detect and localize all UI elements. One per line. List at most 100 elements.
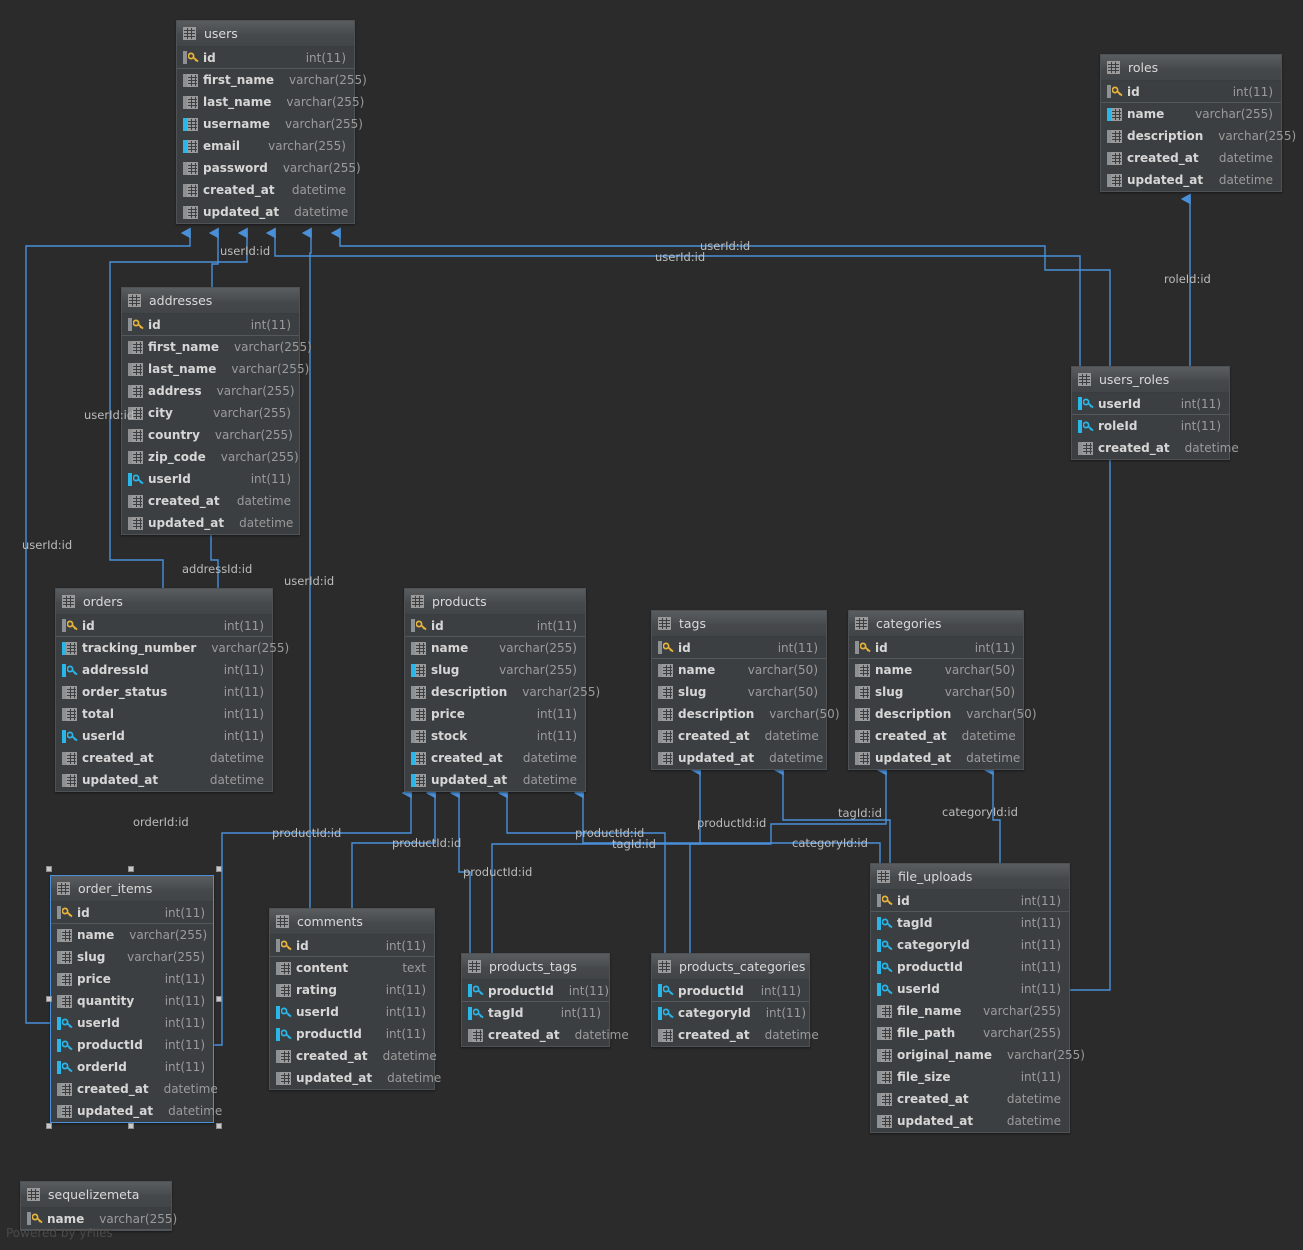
table-node-comments[interactable]: comments id int(11) content text rating int(11… [269,908,441,1090]
column-row[interactable]: content text [270,957,434,979]
table-header-products[interactable]: products [405,589,585,615]
column-row[interactable]: rating int(11) [270,979,434,1001]
column-row[interactable]: orderId int(11) [51,1056,213,1078]
column-row[interactable]: productId int(11) [51,1034,213,1056]
table-header-roles[interactable]: roles [1101,55,1281,81]
column-row[interactable]: last_name varchar(255) [122,358,309,380]
column-row[interactable]: updated_at datetime [1101,169,1281,191]
column-row[interactable]: email varchar(255) [177,135,354,157]
column-row[interactable]: addressId int(11) [56,659,272,681]
column-row[interactable]: id int(11) [405,615,585,637]
column-row[interactable]: updated_at datetime [405,769,585,791]
table-node-categories[interactable]: categories id int(11) name varchar(50) slug va… [848,610,1037,770]
table-header-comments[interactable]: comments [270,909,434,935]
column-row[interactable]: productId int(11) [652,980,809,1002]
column-row[interactable]: categoryId int(11) [652,1002,809,1024]
column-row[interactable]: id int(11) [871,890,1069,912]
column-row[interactable]: updated_at datetime [177,201,354,223]
column-row[interactable]: zip_code varchar(255) [122,446,299,468]
column-row[interactable]: stock int(11) [405,725,585,747]
column-row[interactable]: created_at datetime [177,179,354,201]
column-row[interactable]: categoryId int(11) [871,934,1069,956]
column-row[interactable]: id int(11) [270,935,434,957]
column-row[interactable]: id int(11) [122,314,299,336]
column-row[interactable]: tagId int(11) [462,1002,609,1024]
table-node-products_tags[interactable]: products_tags productId int(11) tagId int(11… [461,953,629,1047]
column-row[interactable]: first_name varchar(255) [177,69,367,91]
column-row[interactable]: created_at datetime [462,1024,629,1046]
table-header-users[interactable]: users [177,21,354,47]
column-row[interactable]: updated_at datetime [122,512,299,534]
column-row[interactable]: userId int(11) [270,1001,434,1023]
column-row[interactable]: name varchar(50) [652,659,826,681]
column-row[interactable]: slug varchar(50) [849,681,1023,703]
column-row[interactable]: roleId int(11) [1072,415,1229,437]
column-row[interactable]: last_name varchar(255) [177,91,364,113]
column-row[interactable]: created_at datetime [405,747,585,769]
column-row[interactable]: name varchar(255) [1101,103,1281,125]
column-row[interactable]: total int(11) [56,703,272,725]
column-row[interactable]: order_status int(11) [56,681,272,703]
column-row[interactable]: updated_at datetime [652,747,826,769]
selection-handle[interactable] [216,1123,222,1129]
table-node-products[interactable]: products id int(11) name varchar(255) slug var… [404,588,600,792]
table-header-users_roles[interactable]: users_roles [1072,367,1229,393]
column-row[interactable]: productId int(11) [270,1023,434,1045]
column-row[interactable]: created_at datetime [122,490,299,512]
selection-handle[interactable] [46,1123,52,1129]
column-row[interactable]: quantity int(11) [51,990,213,1012]
selection-handle[interactable] [128,866,134,872]
column-row[interactable]: created_at datetime [56,747,272,769]
column-row[interactable]: created_at datetime [1072,437,1239,459]
column-row[interactable]: updated_at datetime [51,1100,222,1122]
table-header-categories[interactable]: categories [849,611,1023,637]
column-row[interactable]: description varchar(255) [405,681,600,703]
selection-handle[interactable] [128,1123,134,1129]
table-header-products_tags[interactable]: products_tags [462,954,609,980]
column-row[interactable]: created_at datetime [849,725,1023,747]
table-node-roles[interactable]: roles id int(11) name varchar(255) descriptio… [1100,54,1296,192]
selection-handle[interactable] [216,996,222,1002]
column-row[interactable]: name varchar(255) [405,637,585,659]
column-row[interactable]: tracking_number varchar(255) [56,637,289,659]
table-header-sequelizemeta[interactable]: sequelizemeta [21,1182,171,1208]
column-row[interactable]: userId int(11) [1072,393,1229,415]
table-header-order_items[interactable]: order_items [51,876,213,902]
column-row[interactable]: file_path varchar(255) [871,1022,1069,1044]
table-node-orders[interactable]: orders id int(11) tracking_number varchar(25… [55,588,289,792]
column-row[interactable]: slug varchar(50) [652,681,826,703]
column-row[interactable]: created_at datetime [1101,147,1281,169]
column-row[interactable]: country varchar(255) [122,424,299,446]
table-header-addresses[interactable]: addresses [122,288,299,314]
er-diagram-canvas[interactable]: users id int(11) first_name varchar(255) last… [0,0,1303,1250]
table-node-products_categories[interactable]: products_categories productId int(11) categ… [651,953,819,1047]
selection-handle[interactable] [216,866,222,872]
column-row[interactable]: id int(11) [1101,81,1281,103]
table-node-users_roles[interactable]: users_roles userId int(11) roleId int(11) cre… [1071,366,1239,460]
column-row[interactable]: password varchar(255) [177,157,361,179]
column-row[interactable]: price int(11) [51,968,213,990]
table-node-file_uploads[interactable]: file_uploads id int(11) tagId int(11) categor… [870,863,1085,1133]
table-node-addresses[interactable]: addresses id int(11) first_name varchar(255)… [121,287,312,535]
column-row[interactable]: created_at datetime [51,1078,218,1100]
selection-handle[interactable] [46,996,52,1002]
column-row[interactable]: description varchar(255) [1101,125,1296,147]
table-header-orders[interactable]: orders [56,589,272,615]
column-row[interactable]: file_name varchar(255) [871,1000,1069,1022]
table-node-sequelizemeta[interactable]: sequelizemeta name varchar(255) [20,1181,177,1231]
column-row[interactable]: created_at datetime [652,1024,819,1046]
column-row[interactable]: city varchar(255) [122,402,299,424]
column-row[interactable]: slug varchar(255) [405,659,585,681]
column-row[interactable]: created_at datetime [652,725,826,747]
column-row[interactable]: updated_at datetime [56,769,272,791]
column-row[interactable]: description varchar(50) [652,703,840,725]
column-row[interactable]: userId int(11) [56,725,272,747]
selection-handle[interactable] [46,866,52,872]
column-row[interactable]: description varchar(50) [849,703,1037,725]
column-row[interactable]: slug varchar(255) [51,946,213,968]
column-row[interactable]: userId int(11) [871,978,1069,1000]
column-row[interactable]: username varchar(255) [177,113,363,135]
table-node-tags[interactable]: tags id int(11) name varchar(50) slug varchar(… [651,610,840,770]
column-row[interactable]: id int(11) [51,902,213,924]
table-node-users[interactable]: users id int(11) first_name varchar(255) last… [176,20,367,224]
